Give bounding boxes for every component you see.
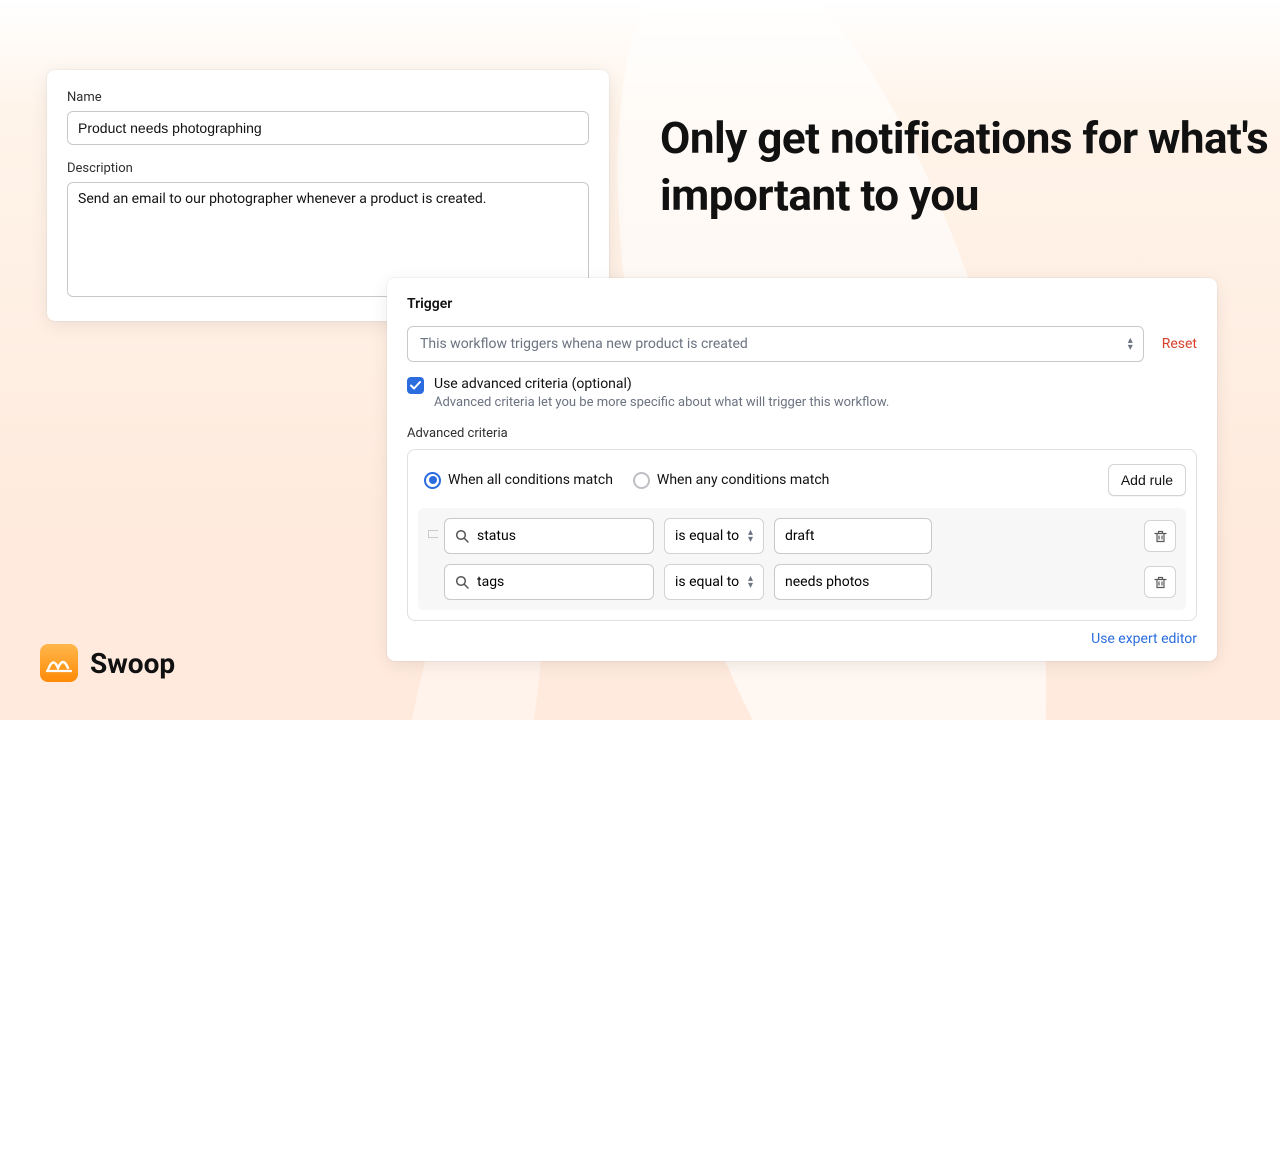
brand-lockup: Swoop (40, 644, 175, 682)
rule-row: tags is equal to ▴▾ needs photos (444, 564, 1176, 600)
reset-button[interactable]: Reset (1162, 336, 1197, 352)
rule-operator-select[interactable]: is equal to ▴▾ (664, 564, 764, 600)
rule-operator-select[interactable]: is equal to ▴▾ (664, 518, 764, 554)
rule-delete-button[interactable] (1144, 520, 1176, 552)
criteria-box: When all conditions match When any condi… (407, 449, 1197, 621)
radio-icon (633, 472, 650, 489)
rule-field-input[interactable]: tags (444, 564, 654, 600)
search-icon (455, 575, 470, 590)
match-all-radio[interactable]: When all conditions match (424, 472, 613, 489)
brand-icon (40, 644, 78, 682)
description-label: Description (67, 161, 589, 176)
rule-field-input[interactable]: status (444, 518, 654, 554)
hero-headline: Only get notifications for what's import… (660, 110, 1280, 224)
advanced-criteria-label: Use advanced criteria (optional) (434, 376, 889, 392)
rules-list: status is equal to ▴▾ draft tags (418, 508, 1186, 610)
brand-name: Swoop (90, 647, 175, 680)
select-caret-icon: ▴▾ (748, 575, 753, 589)
expert-editor-link[interactable]: Use expert editor (407, 631, 1197, 647)
select-caret-icon: ▴▾ (1128, 337, 1133, 351)
select-caret-icon: ▴▾ (748, 529, 753, 543)
rule-value-input[interactable]: draft (774, 518, 932, 554)
trash-icon (1153, 529, 1168, 544)
radio-icon (424, 472, 441, 489)
rule-delete-button[interactable] (1144, 566, 1176, 598)
rule-value-input[interactable]: needs photos (774, 564, 932, 600)
trigger-select[interactable]: This workflow triggers when a new produc… (407, 326, 1144, 362)
rule-connector (428, 530, 438, 538)
add-rule-button[interactable]: Add rule (1108, 464, 1186, 496)
name-input[interactable] (67, 111, 589, 145)
trash-icon (1153, 575, 1168, 590)
criteria-section-label: Advanced criteria (407, 426, 1197, 441)
name-label: Name (67, 90, 589, 105)
advanced-criteria-checkbox[interactable] (407, 377, 424, 394)
search-icon (455, 529, 470, 544)
trigger-card: Trigger This workflow triggers when a ne… (387, 278, 1217, 661)
match-any-radio[interactable]: When any conditions match (633, 472, 829, 489)
rule-row: status is equal to ▴▾ draft (444, 518, 1176, 554)
advanced-criteria-help: Advanced criteria let you be more specif… (434, 395, 889, 410)
trigger-title: Trigger (407, 296, 1197, 312)
